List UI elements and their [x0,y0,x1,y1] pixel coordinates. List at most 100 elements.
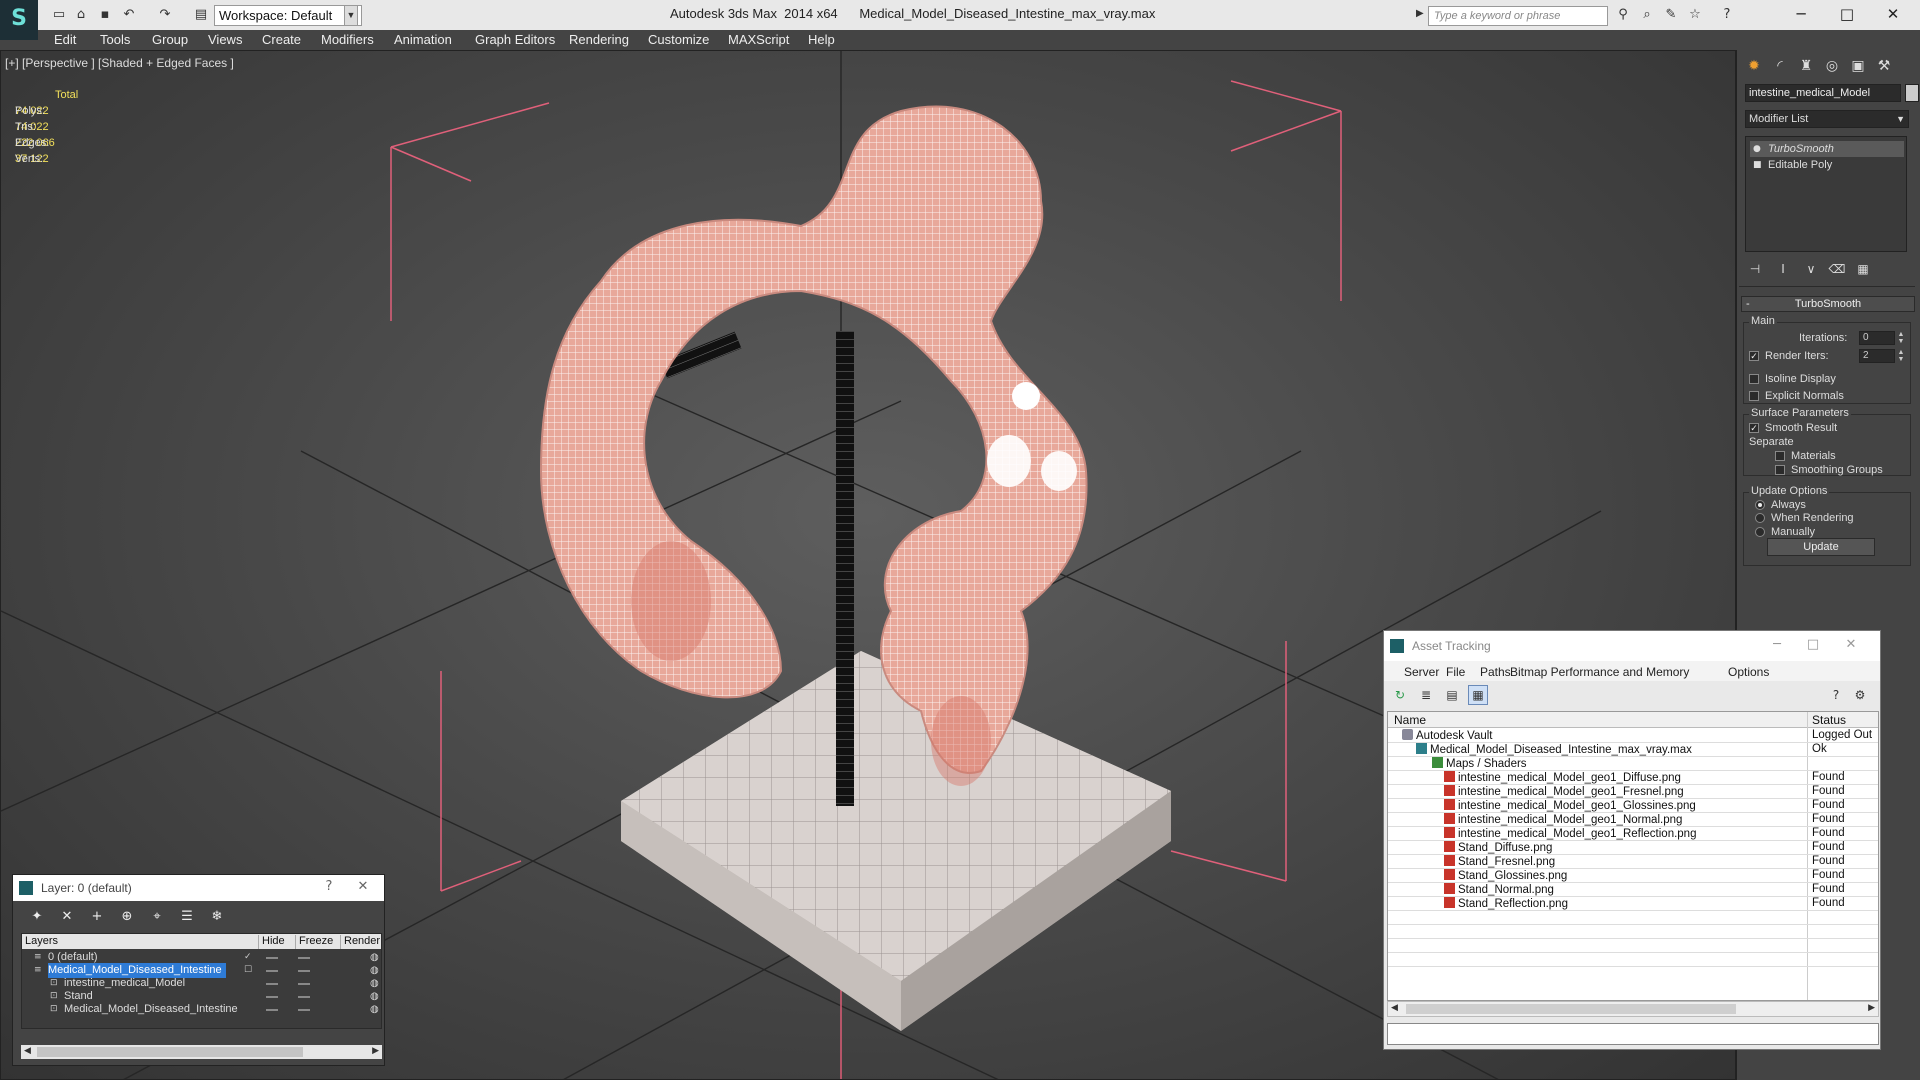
freeze-toggle[interactable] [298,1009,310,1011]
layer-horizontal-scrollbar[interactable]: ◀ ▶ [21,1045,382,1059]
update-always-radio[interactable] [1755,500,1765,510]
workspace-select[interactable]: Workspace: Default ▼ [214,5,362,26]
asset-menu-options[interactable]: Options [1728,665,1769,679]
menu-maxscript[interactable]: MAXScript [728,32,789,47]
stack-item-turbosmooth[interactable]: ● TurboSmooth [1750,141,1904,157]
smooth-result-checkbox[interactable]: ✓ [1749,423,1759,433]
asset-maximize-button[interactable]: □ [1798,635,1828,657]
update-when-rendering-radio[interactable] [1755,513,1765,523]
explicit-normals-checkbox[interactable] [1749,391,1759,401]
project-folder-icon[interactable]: ▤ [192,6,210,24]
remove-modifier-icon[interactable]: ⌫ [1825,258,1849,280]
table-row[interactable]: intestine_medical_Model_geo1_Reflection.… [1388,827,1878,841]
delete-layer-icon[interactable]: ✕ [55,907,79,927]
update-button[interactable]: Update [1767,538,1875,556]
search-icon[interactable]: ⌕ [1638,6,1656,24]
lightbulb-icon[interactable]: ● [1753,141,1761,157]
scroll-left-icon[interactable]: ◀ [1391,1002,1398,1013]
table-row[interactable]: Stand_Normal.png Found [1388,883,1878,897]
scroll-left-icon[interactable]: ◀ [24,1045,31,1056]
add-to-layer-icon[interactable]: + [85,907,109,927]
make-unique-icon[interactable]: ∨ [1799,258,1823,280]
menu-group[interactable]: Group [152,32,188,47]
menu-tools[interactable]: Tools [100,32,130,47]
table-row[interactable]: Stand_Fresnel.png Found [1388,855,1878,869]
table-row[interactable]: Autodesk Vault Logged Out [1388,729,1878,743]
asset-path-field[interactable] [1387,1023,1879,1045]
update-manually-radio[interactable] [1755,527,1765,537]
asset-minimize-button[interactable]: ─ [1762,635,1792,657]
freeze-toggle[interactable] [298,983,310,985]
scrollbar-thumb[interactable] [1406,1004,1736,1014]
minimize-window-button[interactable]: ─ [1778,0,1824,30]
app-menu-icon[interactable]: S [0,0,38,40]
show-end-result-icon[interactable]: I [1771,258,1795,280]
hide-toggle[interactable] [266,1009,278,1011]
render-teapot-icon[interactable]: ◍ [370,1002,379,1017]
scrollbar-thumb[interactable] [37,1047,303,1057]
layer-name[interactable]: Medical_Model_Diseased_Intestine [64,1002,242,1017]
hide-all-layers-icon[interactable]: ☰ [175,907,199,927]
menu-animation[interactable]: Animation [394,32,452,47]
help-icon[interactable]: ? [1718,6,1736,24]
expand-icon[interactable]: ■ [1753,157,1762,173]
asset-menu-server[interactable]: Server [1404,665,1439,679]
workspace-dropdown-button[interactable]: ▼ [344,5,358,26]
menu-graph-editors[interactable]: Graph Editors [475,32,555,47]
spinner-arrows-icon[interactable]: ▲ ▼ [1897,331,1905,345]
list-view-icon[interactable]: ≣ [1416,685,1436,705]
table-row[interactable]: Maps / Shaders [1388,757,1878,771]
favorites-star-icon[interactable]: ☆ [1686,6,1704,24]
smoothing-groups-checkbox[interactable] [1775,465,1785,475]
table-row[interactable]: Stand_Glossines.png Found [1388,869,1878,883]
render-iters-spinner[interactable]: 2 [1859,349,1895,363]
menu-rendering[interactable]: Rendering [569,32,629,47]
save-file-icon[interactable]: ▪ [96,6,114,24]
modifier-list-dropdown[interactable]: Modifier List ▼ [1745,110,1909,128]
table-row[interactable]: Medical_Model_Diseased_Intestine_max_vra… [1388,743,1878,757]
column-header-render[interactable]: Render [340,935,380,949]
search-expand-icon[interactable]: ▶ [1416,8,1424,19]
iterations-spinner[interactable]: 0 [1859,331,1895,345]
pin-stack-icon[interactable]: ⊣ [1743,258,1767,280]
hide-toggle[interactable] [266,983,278,985]
table-row[interactable]: intestine_medical_Model_geo1_Diffuse.png… [1388,771,1878,785]
freeze-toggle[interactable] [298,970,310,972]
vault-settings-icon[interactable]: ⚙ [1850,685,1870,705]
table-row[interactable]: intestine_medical_Model_geo1_Fresnel.png… [1388,785,1878,799]
utilities-tab-icon[interactable]: ⚒ [1871,54,1897,78]
render-iters-checkbox[interactable]: ✓ [1749,351,1759,361]
menu-modifiers[interactable]: Modifiers [321,32,374,47]
configure-modifier-sets-icon[interactable]: ▦ [1851,258,1875,280]
scroll-right-icon[interactable]: ▶ [1868,1002,1875,1013]
redo-icon[interactable]: ↷ [156,6,174,24]
column-header-layers[interactable]: Layers [22,935,58,949]
search-input[interactable]: Type a keyword or phrase [1428,6,1608,26]
asset-menu-paths[interactable]: Paths [1480,665,1511,679]
refresh-icon[interactable]: ↻ [1390,685,1410,705]
create-layer-icon[interactable]: ✦ [25,907,49,927]
create-tab-icon[interactable]: ✹ [1741,54,1767,78]
viewport-label[interactable]: [+] [Perspective ] [Shaded + Edged Faces… [5,56,234,70]
hierarchy-tab-icon[interactable]: ♜ [1793,54,1819,78]
table-row[interactable]: Stand_Diffuse.png Found [1388,841,1878,855]
column-header-hide[interactable]: Hide [258,935,285,949]
freeze-toggle[interactable] [298,996,310,998]
freeze-all-layers-icon[interactable]: ❄ [205,907,229,927]
hide-toggle[interactable] [266,970,278,972]
communication-center-icon[interactable]: ✎ [1662,6,1680,24]
binoculars-icon[interactable]: ⚲ [1614,6,1632,24]
spinner-arrows-icon[interactable]: ▲ ▼ [1897,349,1905,363]
layer-help-button[interactable]: ? [317,877,341,899]
asset-horizontal-scrollbar[interactable]: ◀ ▶ [1387,1001,1879,1017]
column-header-freeze[interactable]: Freeze [295,935,333,949]
menu-create[interactable]: Create [262,32,301,47]
layer-close-button[interactable]: ✕ [351,877,375,899]
menu-edit[interactable]: Edit [54,32,76,47]
layer-manager-titlebar[interactable]: Layer: 0 (default) ? ✕ [13,875,384,901]
column-header-name[interactable]: Name [1394,713,1426,727]
open-file-icon[interactable]: ⌂ [72,6,90,24]
column-header-status[interactable]: Status [1812,713,1846,727]
table-row[interactable]: intestine_medical_Model_geo1_Glossines.p… [1388,799,1878,813]
hide-toggle[interactable] [266,996,278,998]
